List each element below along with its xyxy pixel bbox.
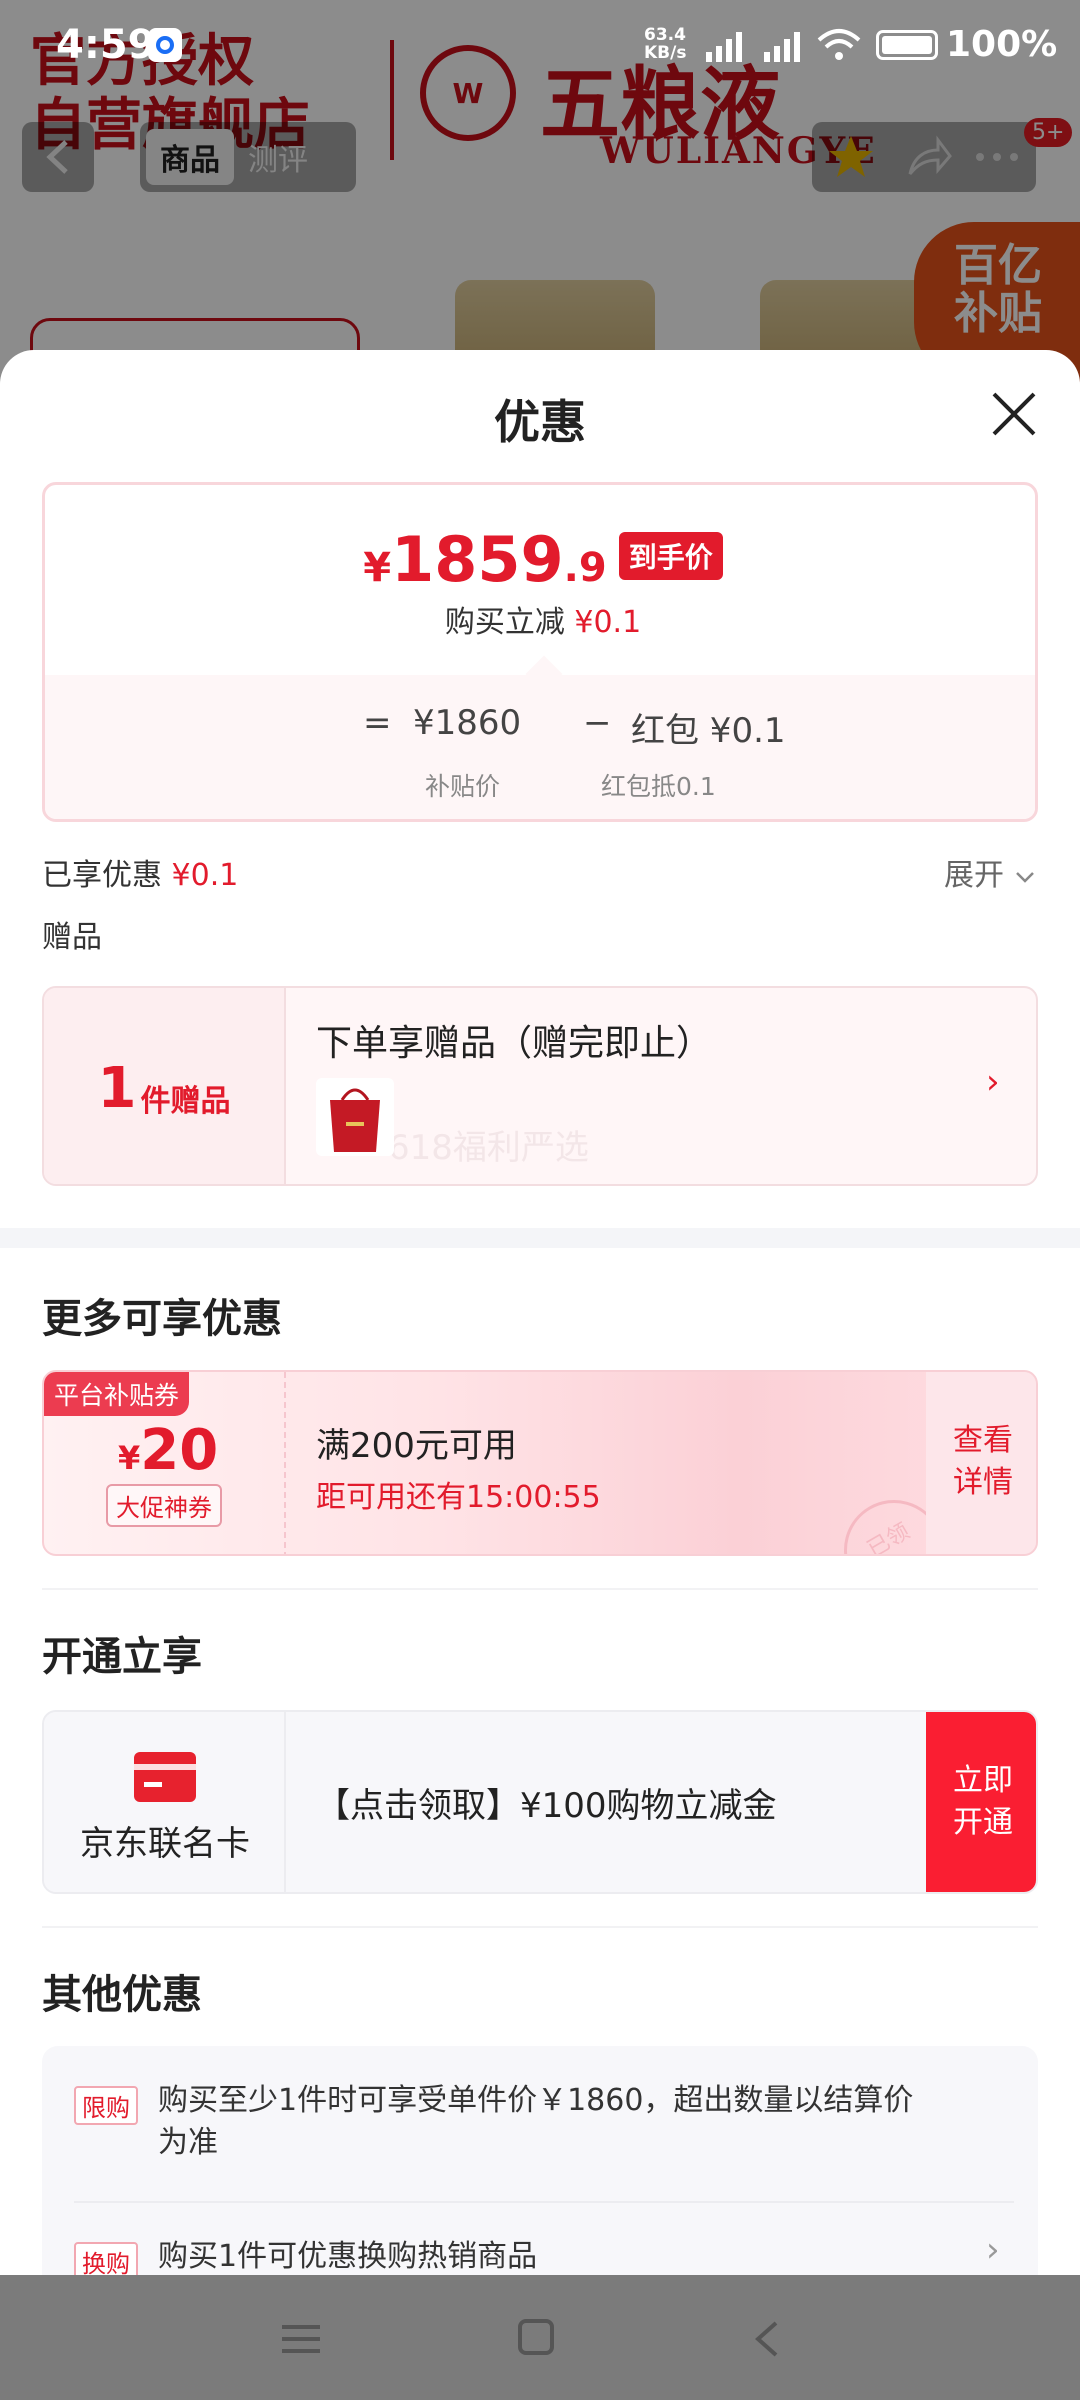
sheet-title: 优惠 [494, 395, 586, 449]
coupon-condition: 满200元可用 [316, 1426, 517, 1466]
open-enjoy-title: 开通立享 [42, 1634, 202, 1680]
discount-sheet: 优惠 ¥ 1859 .9 到手价 购买立减 ¥0.1 = ¥1860 − 红包 … [0, 350, 1080, 2275]
instant-discount: 购买立减 ¥0.1 [45, 597, 1035, 641]
status-time: 4:59 [56, 22, 156, 68]
card-info: 京东联名卡 [44, 1712, 286, 1892]
enjoyed-discount: 已享优惠 ¥0.1 [42, 850, 238, 894]
open-now-line2: 开通 [953, 1805, 1013, 1840]
price-integer: 1859 [391, 523, 564, 596]
exchange-text[interactable]: 购买1件可优惠换购热销商品 [158, 2236, 537, 2275]
signal-icon [706, 32, 742, 62]
divider [42, 1926, 1038, 1928]
limit-tag: 限购 [74, 2086, 138, 2125]
coupon-yen: ¥ [118, 1439, 141, 1477]
gift-card[interactable]: 1 件赠品 下单享赠品（赠完即止） 618福利严选 › [42, 986, 1038, 1186]
subsidy-price-value: ¥1860 [413, 703, 522, 743]
enjoyed-label: 已享优惠 [42, 858, 162, 893]
battery-percent: 100% [946, 24, 1058, 65]
minus-sign: − [583, 703, 612, 743]
gift-count: 1 件赠品 [44, 988, 286, 1184]
coupon-countdown: 距可用还有15:00:55 [316, 1480, 601, 1515]
section-separator [0, 1228, 1080, 1248]
gift-bag-image [316, 1078, 394, 1156]
exchange-tag: 换购 [74, 2242, 138, 2275]
view-details-line1: 查看 [953, 1423, 1013, 1458]
divider [42, 1588, 1038, 1590]
back-icon[interactable] [752, 2319, 782, 2359]
coupon-label: 大促神券 [106, 1484, 222, 1527]
gift-count-unit: 件赠品 [140, 1084, 231, 1119]
system-nav-bar [0, 2275, 1080, 2400]
wifi-icon [817, 29, 861, 60]
chevron-right-icon[interactable]: › [986, 2230, 1000, 2270]
red-packet-label: 红包抵0.1 [601, 772, 716, 801]
list-item: 购买至少1件时可享受单件价￥1860，超出数量以结算价 为准 [158, 2080, 913, 2164]
price-decimal: .9 [563, 545, 607, 591]
card-name: 京东联名卡 [80, 1824, 250, 1864]
enjoyed-value: ¥0.1 [171, 858, 239, 893]
other-discounts-list: 限购 购买至少1件时可享受单件价￥1860，超出数量以结算价 为准 换购 购买1… [42, 2046, 1038, 2275]
status-bar: 4:59 63.4 KB/s 100% [0, 0, 1080, 90]
equals-sign: = [363, 703, 392, 743]
limit-text-line2: 为准 [158, 2125, 218, 2160]
home-icon[interactable] [518, 2319, 554, 2355]
coupon-amount: ¥20 [118, 1418, 218, 1483]
other-discounts-title: 其他优惠 [42, 1972, 202, 2018]
credit-card-icon [134, 1752, 196, 1802]
view-details-button[interactable]: 查看 详情 [926, 1372, 1036, 1554]
instant-discount-value: ¥0.1 [574, 605, 642, 640]
close-icon[interactable] [986, 386, 1042, 442]
card-offer: 【点击领取】¥100购物立减金 [316, 1786, 777, 1826]
price-yen: ¥ [363, 545, 392, 591]
gift-count-number: 1 [97, 1055, 137, 1121]
gift-title: 下单享赠品（赠完即止） [316, 1023, 713, 1064]
open-now-button[interactable]: 立即 开通 [926, 1712, 1036, 1892]
coupon-amount-value: 20 [140, 1418, 219, 1483]
battery-icon [876, 30, 938, 60]
gift-watermark: 618福利严选 [388, 1128, 589, 1168]
chevron-down-icon [1015, 872, 1034, 883]
net-speed-value: 63.4 [644, 25, 686, 45]
expand-button[interactable]: 展开 [944, 850, 1036, 894]
coupon-type-tag: 平台补贴券 [44, 1372, 190, 1416]
platform-coupon[interactable]: 平台补贴券 ¥20 大促神券 满200元可用 距可用还有15:00:55 已领 … [42, 1370, 1038, 1556]
gift-bag-icon [330, 1088, 380, 1152]
menu-icon[interactable] [282, 2323, 320, 2355]
open-now-line1: 立即 [953, 1763, 1013, 1798]
final-price-tag: 到手价 [618, 532, 723, 580]
expand-label: 展开 [944, 858, 1004, 893]
view-details-line2: 详情 [953, 1465, 1013, 1500]
price-breakdown-area [45, 675, 1035, 819]
instant-discount-label: 购买立减 [444, 605, 565, 640]
subsidy-price-label: 补贴价 [425, 772, 501, 801]
price-card: ¥ 1859 .9 到手价 购买立减 ¥0.1 = ¥1860 − 红包 ¥0.… [42, 482, 1038, 822]
red-packet-value: 红包 ¥0.1 [631, 711, 786, 751]
gift-section-label: 赠品 [42, 920, 102, 955]
divider [74, 2201, 1014, 2203]
more-discounts-title: 更多可享优惠 [42, 1296, 282, 1342]
limit-text-line1: 购买至少1件时可享受单件价￥1860，超出数量以结算价 [158, 2083, 914, 2118]
signal-icon [764, 32, 800, 62]
net-speed-unit: KB/s [644, 43, 687, 63]
final-price: ¥ 1859 .9 到手价 [45, 523, 1035, 596]
jd-cobrand-card[interactable]: 京东联名卡 【点击领取】¥100购物立减金 立即 开通 [42, 1710, 1038, 1894]
chevron-right-icon: › [986, 1062, 1000, 1102]
network-speed: 63.4 KB/s [644, 26, 686, 62]
app-notification-icon [148, 28, 182, 62]
